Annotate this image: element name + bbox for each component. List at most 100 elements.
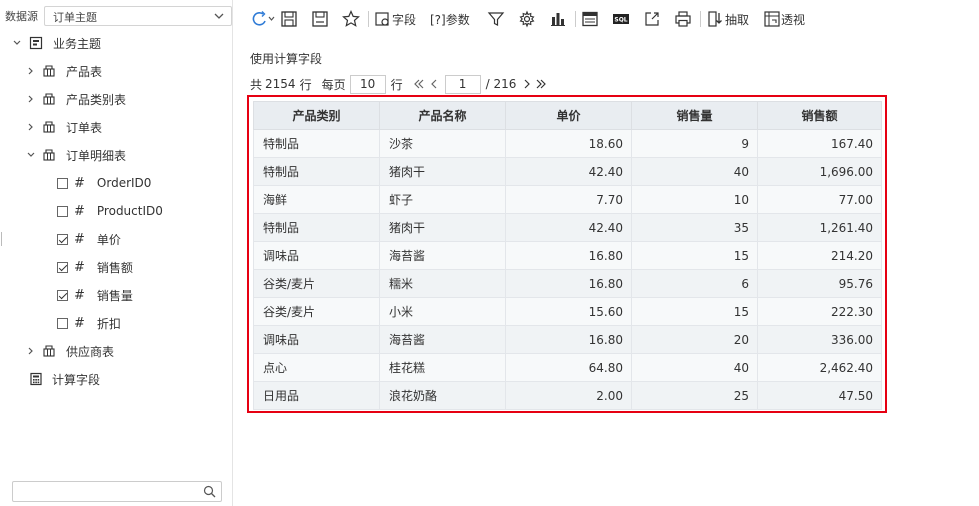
table-row[interactable]: 特制品 猪肉干 42.40 35 1,261.40	[253, 213, 882, 242]
table-view-button[interactable]	[581, 8, 599, 30]
field-item-unit-price[interactable]: # 单价	[57, 230, 121, 248]
table-icon	[42, 344, 56, 358]
tree-item-order-table[interactable]: 订单表	[26, 118, 102, 136]
table-cell: 2,462.40	[757, 353, 882, 382]
favorite-button[interactable]	[342, 8, 360, 30]
tree-root-business-theme[interactable]: 业务主题	[12, 34, 101, 52]
splitter-handle[interactable]	[1, 232, 2, 246]
field-checkbox[interactable]	[57, 177, 68, 189]
chevron-right-icon[interactable]	[26, 346, 36, 356]
datasource-label: 数据源	[5, 10, 38, 23]
tree-item-product-category-table[interactable]: 产品类别表	[26, 90, 126, 108]
column-header[interactable]: 单价	[505, 101, 632, 130]
table-cell: 点心	[253, 353, 380, 382]
numeric-field-icon: #	[74, 203, 85, 219]
tree-item-product-table[interactable]: 产品表	[26, 62, 102, 80]
table-row[interactable]: 点心 桂花糕 64.80 40 2,462.40	[253, 353, 882, 382]
chart-button[interactable]	[549, 8, 567, 30]
chevron-right-icon[interactable]	[26, 122, 36, 132]
sql-button[interactable]: SQL	[612, 8, 630, 30]
tree-item-calc-field[interactable]: 计算字段	[29, 370, 100, 388]
first-page-icon[interactable]	[413, 78, 425, 90]
field-button-label: 字段	[392, 12, 417, 27]
param-button[interactable]: [?]参数	[430, 8, 470, 30]
field-search-input[interactable]	[12, 481, 222, 502]
column-header[interactable]: 销售额	[757, 101, 882, 130]
table-cell: 47.50	[757, 381, 882, 410]
chevron-right-icon[interactable]	[26, 94, 36, 104]
table-cell: 糯米	[379, 269, 506, 298]
numeric-field-icon: #	[74, 315, 85, 331]
table-cell: 20	[631, 325, 758, 354]
calculator-icon	[29, 372, 43, 386]
table-row[interactable]: 特制品 猪肉干 42.40 40 1,696.00	[253, 157, 882, 186]
field-checkbox[interactable]	[57, 289, 68, 301]
table-row[interactable]: 谷类/麦片 小米 15.60 15 222.30	[253, 297, 882, 326]
field-button[interactable]: 字段	[374, 8, 416, 30]
table-row[interactable]: 谷类/麦片 糯米 16.80 6 95.76	[253, 269, 882, 298]
table-cell: 25	[631, 381, 758, 410]
field-checkbox[interactable]	[57, 261, 68, 273]
tree-item-order-detail-table[interactable]: 订单明细表	[26, 146, 126, 164]
table-row[interactable]: 特制品 沙茶 18.60 9 167.40	[253, 129, 882, 158]
table-row[interactable]: 日用品 浪花奶酪 2.00 25 47.50	[253, 381, 882, 410]
field-item-sales-qty[interactable]: # 销售量	[57, 286, 133, 304]
pager: 共 2154 行 每页 10 行 1 / 216	[250, 74, 547, 94]
table-cell: 调味品	[253, 241, 380, 270]
table-cell: 35	[631, 213, 758, 242]
print-button[interactable]	[674, 8, 692, 30]
table-cell: 7.70	[505, 185, 632, 214]
field-item-orderid0[interactable]: # OrderID0	[57, 174, 151, 192]
column-header[interactable]: 产品名称	[379, 101, 506, 130]
numeric-field-icon: #	[74, 231, 85, 247]
extract-button-label: 抽取	[725, 12, 750, 27]
field-label: 单价	[96, 232, 121, 247]
field-item-sales-amount[interactable]: # 销售额	[57, 258, 133, 276]
bar-chart-icon	[551, 13, 565, 26]
datasource-select[interactable]: 订单主题	[44, 6, 232, 26]
extract-icon	[708, 11, 722, 27]
tree-item-supplier-table[interactable]: 供应商表	[26, 342, 114, 360]
settings-button[interactable]	[518, 8, 536, 30]
toolbar-divider	[575, 11, 576, 27]
save-as-button[interactable]	[311, 8, 329, 30]
field-checkbox[interactable]	[57, 233, 68, 245]
table-row[interactable]: 调味品 海苔酱 16.80 20 336.00	[253, 325, 882, 354]
column-header[interactable]: 产品类别	[253, 101, 380, 130]
table-cell: 桂花糕	[379, 353, 506, 382]
pivot-icon	[764, 11, 780, 27]
field-settings-icon	[375, 12, 389, 26]
pager-total-prefix: 共	[250, 77, 263, 92]
field-item-discount[interactable]: # 折扣	[57, 314, 121, 332]
table-view-icon	[582, 11, 598, 27]
per-page-input[interactable]: 10	[349, 74, 386, 94]
prev-page-icon[interactable]	[428, 78, 440, 90]
field-item-productid0[interactable]: # ProductID0	[57, 202, 163, 220]
export-button[interactable]	[643, 8, 661, 30]
search-icon[interactable]	[203, 485, 216, 498]
next-page-icon[interactable]	[521, 78, 533, 90]
field-checkbox[interactable]	[57, 205, 68, 217]
print-icon	[675, 11, 691, 27]
table-row[interactable]: 海鲜 虾子 7.70 10 77.00	[253, 185, 882, 214]
chevron-down-icon[interactable]	[26, 150, 36, 160]
table-cell: 海苔酱	[379, 241, 506, 270]
refresh-button[interactable]	[250, 8, 276, 30]
numeric-field-icon: #	[74, 287, 85, 303]
chevron-right-icon[interactable]	[26, 66, 36, 76]
save-button[interactable]	[280, 8, 298, 30]
column-header[interactable]: 销售量	[631, 101, 758, 130]
pivot-button[interactable]: 透视	[763, 8, 805, 30]
save-icon	[281, 11, 297, 27]
filter-button[interactable]	[487, 8, 505, 30]
field-checkbox[interactable]	[57, 317, 68, 329]
save-as-icon	[312, 11, 328, 27]
chevron-down-icon[interactable]	[12, 38, 22, 48]
extract-button[interactable]: 抽取	[707, 8, 749, 30]
current-page-input[interactable]: 1	[444, 74, 481, 94]
last-page-icon[interactable]	[535, 78, 547, 90]
table-cell: 1,261.40	[757, 213, 882, 242]
app-root: 数据源 订单主题 业务主题 产品表 产品类别表 订单表 订单明细表 # Orde…	[0, 0, 979, 506]
param-button-label: [?]参数	[430, 12, 470, 27]
table-row[interactable]: 调味品 海苔酱 16.80 15 214.20	[253, 241, 882, 270]
